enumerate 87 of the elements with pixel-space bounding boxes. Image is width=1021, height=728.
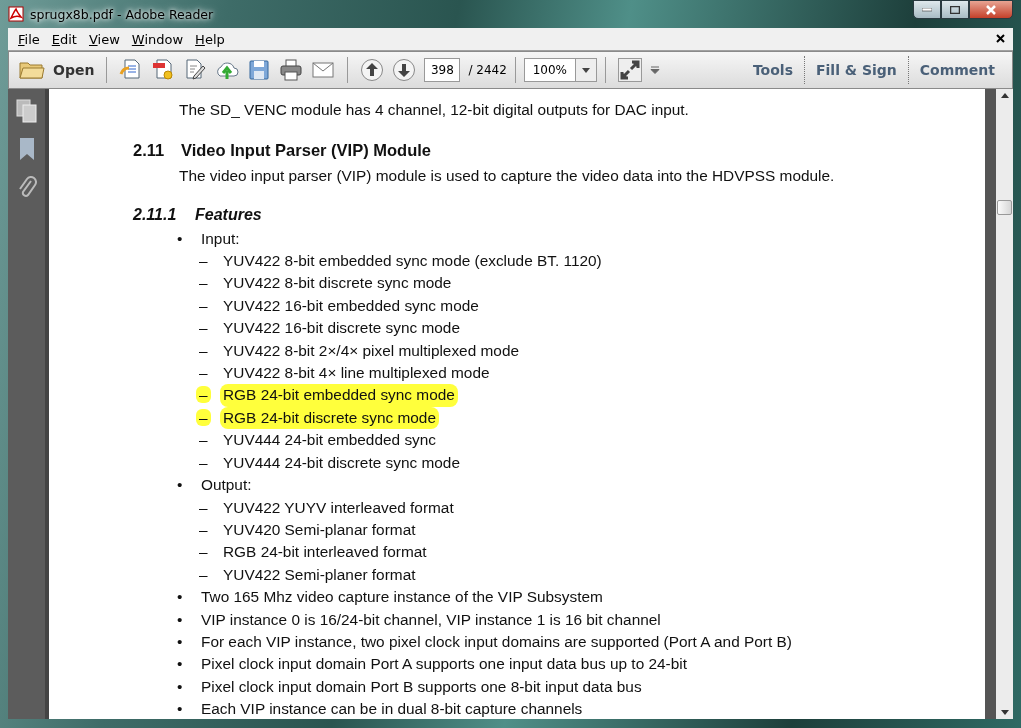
more-icon[interactable] [649, 66, 660, 74]
menu-item[interactable]: File [12, 31, 46, 47]
list-item: VIP instance 0 is 16/24-bit channel, VIP instance 1 is 16 bit channel [201, 609, 661, 630]
zoom-dropdown-button[interactable] [575, 58, 597, 82]
dash-mark: – [196, 386, 211, 404]
open-button[interactable]: Open [15, 55, 99, 85]
list-item: Input: [201, 228, 240, 249]
page-number-field[interactable]: 398 [424, 58, 461, 82]
dash-mark: – [199, 341, 208, 359]
menu-item[interactable]: Window [125, 31, 190, 47]
paragraph: The SD_ VENC module has 4 channel, 12-bit digital outputs for DAC input. [179, 100, 689, 120]
pages-icon[interactable] [15, 99, 38, 123]
bullet-mark: • [177, 229, 183, 247]
close-icon[interactable] [996, 34, 1005, 43]
zoom-field[interactable]: 100% [523, 58, 576, 82]
list-item: RGB 24-bit interleaved format [223, 542, 427, 563]
dash-mark: – [199, 543, 208, 561]
dash-mark: – [199, 431, 208, 449]
list-item: YUV422 8-bit embedded sync mode (exclude BT. 1120) [223, 251, 602, 272]
scrollbar-track[interactable] [996, 89, 1013, 719]
list-item: YUV444 24-bit embedded sync [223, 430, 437, 451]
bullet-mark: • [177, 632, 183, 650]
bullet-mark: • [177, 700, 183, 718]
pane-tab[interactable]: Tools [741, 56, 804, 84]
list-item: YUV422 Semi-planer format [223, 564, 416, 585]
list-item: Pixel clock input domain Port A supports one input data bus up to 24-bit [201, 654, 687, 675]
print-icon[interactable] [279, 58, 304, 82]
dropdown-arrow-icon[interactable] [581, 67, 590, 73]
close-icon [985, 4, 997, 15]
dash-mark: – [199, 252, 208, 270]
save-icon[interactable] [247, 58, 272, 82]
list-item: YUV422 16-bit discrete sync mode [223, 318, 460, 339]
list-item: YUV444 24-bit discrete sync mode [223, 452, 460, 473]
list-item: YUV422 YUYV interleaved format [223, 497, 454, 518]
folder-icon [19, 60, 45, 80]
list-item: Two 165 Mhz video capture instance of the VIP Subsystem [201, 587, 603, 608]
scroll-up-icon[interactable] [1000, 93, 1009, 98]
edit-document-icon[interactable] [183, 58, 208, 82]
section-heading: Video Input Parser (VIP) Module [181, 140, 431, 162]
scroll-down-icon[interactable] [1000, 710, 1009, 715]
list-item: For each VIP instance, two pixel clock input domains are supported (Port A and Port B) [201, 631, 792, 652]
dash-mark: – [199, 453, 208, 471]
menu-item[interactable]: Edit [45, 31, 83, 47]
bullet-mark: • [177, 655, 183, 673]
dash-mark: – [199, 498, 208, 516]
dash-mark: – [199, 520, 208, 538]
bullet-mark: • [177, 677, 183, 695]
list-item: YUV422 16-bit embedded sync mode [223, 295, 479, 316]
close-button[interactable] [969, 0, 1013, 19]
pdf-file-icon [8, 6, 24, 22]
pane-tab[interactable]: Fill & Sign [804, 56, 908, 84]
dash-mark: – [199, 565, 208, 583]
list-item: YUV420 Semi-planar format [223, 519, 416, 540]
window-title: sprugx8b.pdf - Adobe Reader [30, 6, 214, 22]
list-item: YUV422 8-bit discrete sync mode [223, 273, 452, 294]
dash-mark: – [199, 274, 208, 292]
bullet-mark: • [177, 588, 183, 606]
section-number: 2.11 [133, 140, 166, 162]
previous-page-icon[interactable] [360, 58, 385, 82]
bullet-mark: • [177, 610, 183, 628]
list-item: Pixel clock input domain Port B supports one 8-bit input data bus [201, 676, 642, 697]
menu-item[interactable]: Help [189, 31, 231, 47]
dash-mark: – [199, 319, 208, 337]
section-number: 2.11.1 [133, 205, 178, 226]
maximize-button[interactable] [941, 0, 969, 19]
bullet-mark: • [177, 476, 183, 494]
bookmark-icon[interactable] [17, 137, 36, 161]
minimize-button[interactable] [913, 0, 941, 19]
list-item: YUV422 8-bit 2×/4× pixel multiplexed mode [223, 340, 519, 361]
paragraph: The video input parser (VIP) module is used to capture the video data into the HDVPSS module. [179, 165, 835, 186]
scrollbar-thumb[interactable] [997, 200, 1012, 215]
highlighted-text: RGB 24-bit discrete sync mode [220, 406, 439, 430]
dash-mark: – [199, 364, 208, 382]
list-item: Each VIP instance can be in dual 8-bit capture channels [201, 699, 583, 719]
maximize-icon [950, 5, 960, 14]
expand-icon[interactable] [617, 58, 642, 82]
list-item: Output: [201, 475, 252, 496]
minimize-icon [922, 7, 932, 12]
dash-mark: – [196, 408, 211, 426]
dash-mark: – [199, 296, 208, 314]
next-page-icon[interactable] [392, 58, 417, 82]
page-count: / 2442 [468, 63, 507, 77]
highlighted-text: RGB 24-bit embedded sync mode [220, 384, 458, 407]
list-item: YUV422 8-bit 4× line multiplexed mode [223, 363, 490, 384]
section-heading: Features [195, 205, 262, 226]
menu-item[interactable]: View [82, 31, 126, 47]
pane-tab[interactable]: Comment [908, 56, 1006, 84]
